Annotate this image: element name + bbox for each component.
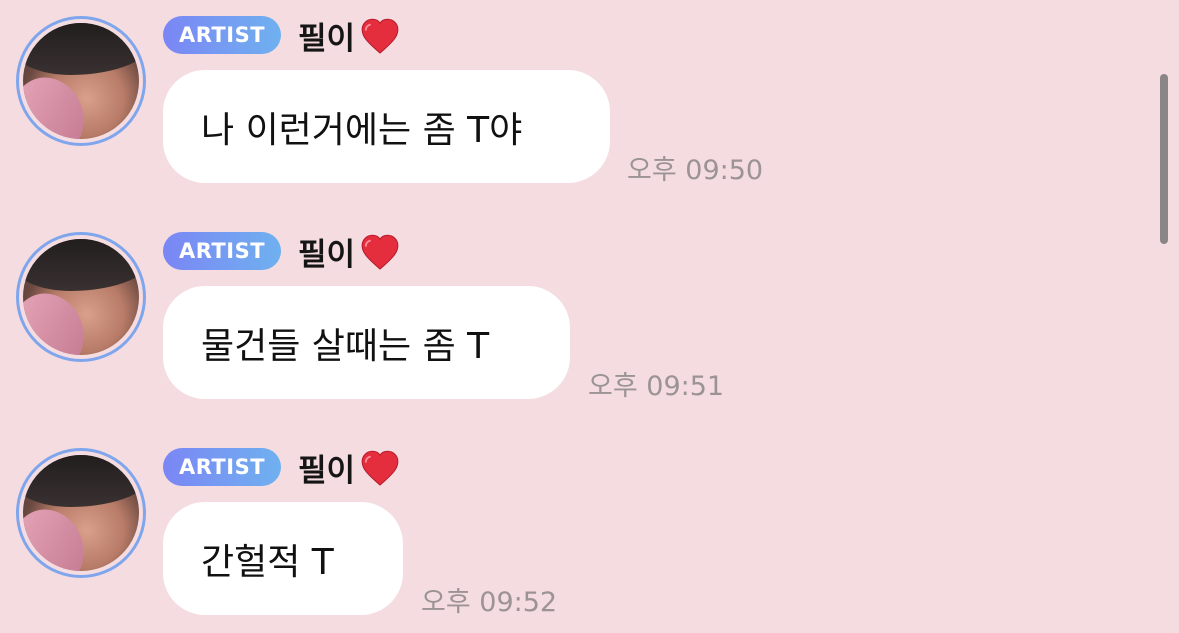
avatar-shirt-shape xyxy=(23,283,95,355)
avatar-hair-shape xyxy=(23,23,139,75)
avatar-shirt-shape xyxy=(23,499,95,571)
sender-name: 필이 xyxy=(298,236,356,273)
sender-name-row: 필이 xyxy=(298,444,401,490)
message-timestamp: 오후 09:50 xyxy=(627,155,764,186)
scrollbar[interactable] xyxy=(1160,74,1168,244)
artist-badge: ARTIST xyxy=(163,448,281,486)
avatar[interactable] xyxy=(16,16,146,146)
avatar-hair-shape xyxy=(23,455,139,507)
avatar-photo xyxy=(23,239,139,355)
red-heart-icon xyxy=(361,450,399,486)
chat-message: ARTIST 필이 나 이런거에는 좀 T야 오후 09:50 xyxy=(0,0,1140,200)
sender-name: 필이 xyxy=(298,452,356,489)
message-bubble[interactable]: 물건들 살때는 좀 T xyxy=(163,286,570,399)
avatar-photo xyxy=(23,455,139,571)
message-timestamp: 오후 09:51 xyxy=(588,371,725,402)
artist-badge: ARTIST xyxy=(163,232,281,270)
red-heart-icon xyxy=(361,234,399,270)
avatar-hair-shape xyxy=(23,239,139,291)
chat-message: ARTIST 필이 물건들 살때는 좀 T 오후 09:51 xyxy=(0,216,1140,416)
sender-name-row: 필이 xyxy=(298,228,401,274)
avatar[interactable] xyxy=(16,232,146,362)
red-heart-icon xyxy=(361,18,399,54)
chat-thread: ARTIST 필이 나 이런거에는 좀 T야 오후 09:50 ARTIST 필… xyxy=(0,0,1179,633)
sender-name: 필이 xyxy=(298,20,356,57)
avatar[interactable] xyxy=(16,448,146,578)
avatar-shirt-shape xyxy=(23,67,95,139)
message-bubble[interactable]: 나 이런거에는 좀 T야 xyxy=(163,70,610,183)
sender-name-row: 필이 xyxy=(298,12,401,58)
chat-message: ARTIST 필이 간헐적 T 오후 09:52 xyxy=(0,432,1140,632)
message-bubble[interactable]: 간헐적 T xyxy=(163,502,403,615)
avatar-photo xyxy=(23,23,139,139)
artist-badge: ARTIST xyxy=(163,16,281,54)
message-timestamp: 오후 09:52 xyxy=(421,587,558,618)
